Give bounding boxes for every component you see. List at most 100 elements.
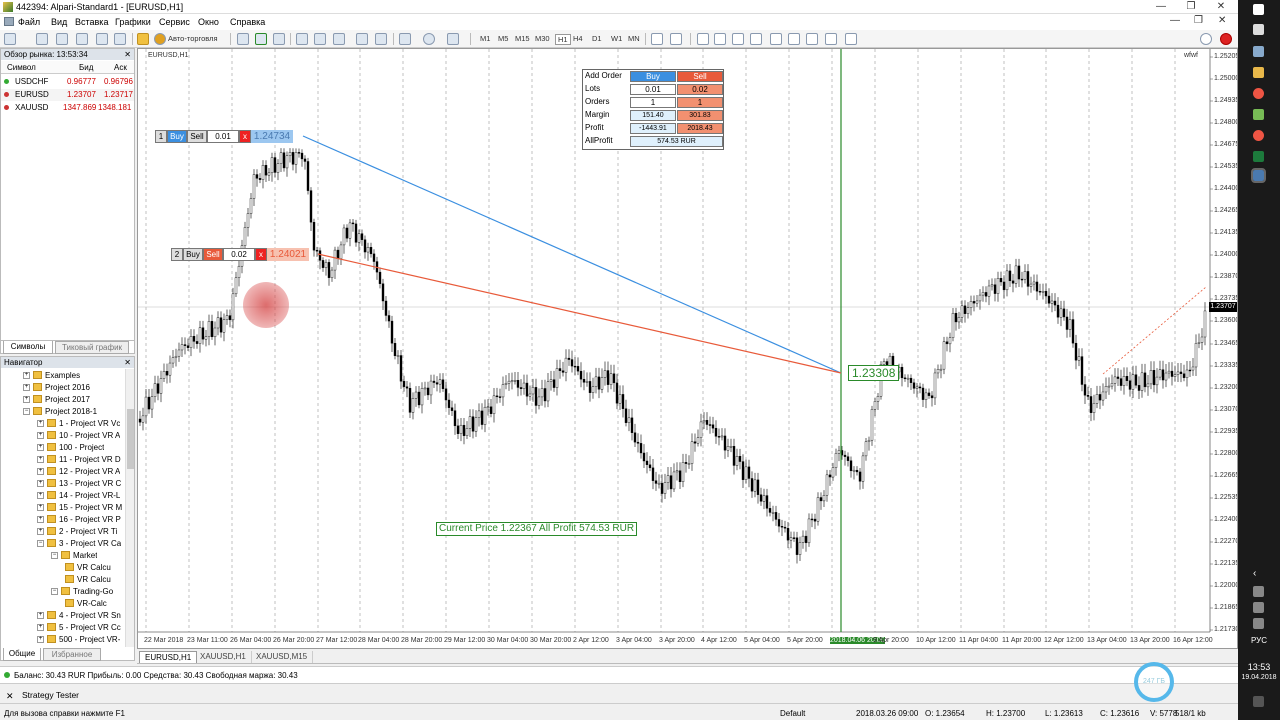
text-label-icon[interactable] [806, 33, 818, 45]
child-close-button[interactable]: ✕ [1218, 15, 1226, 26]
strategy-tester-bar[interactable]: ✕ Strategy Tester [0, 686, 1238, 704]
tab-favorites[interactable]: Избранное [43, 648, 101, 661]
expand-icon[interactable]: + [37, 479, 44, 487]
timeframe-h4[interactable]: H4 [573, 34, 583, 43]
timeframe-d1[interactable]: D1 [592, 34, 602, 43]
chart-tab-eurusd-h1[interactable]: EURUSD,H1 [139, 651, 198, 663]
clock-date[interactable]: 19.04.2018 [1238, 674, 1280, 681]
autotrading-button[interactable]: Авто-торговля [168, 34, 218, 43]
expand-icon[interactable]: − [23, 407, 30, 415]
trade-buy-button[interactable]: Buy [183, 248, 203, 261]
expand-icon[interactable]: + [23, 371, 30, 379]
excel-icon[interactable] [1253, 151, 1264, 162]
profiles-icon[interactable] [36, 33, 48, 45]
indicators-icon[interactable] [399, 33, 411, 45]
expand-icon[interactable]: − [51, 551, 58, 559]
navigator-scrollbar[interactable] [125, 369, 134, 647]
expand-icon[interactable]: + [37, 527, 44, 535]
expand-icon[interactable]: + [37, 455, 44, 463]
expand-icon[interactable]: + [37, 491, 44, 499]
arrow-icon[interactable] [825, 33, 837, 45]
navigator-item[interactable]: VR-Calc [65, 597, 107, 609]
navigator-item[interactable]: + Project 2017 [23, 393, 90, 405]
timeframe-w1[interactable]: W1 [611, 34, 622, 43]
tile-windows-icon[interactable] [333, 33, 345, 45]
autotrading-icon[interactable] [154, 33, 166, 45]
navigator-item[interactable]: +500 - Project VR- [37, 633, 120, 645]
text-icon[interactable] [788, 33, 800, 45]
folder-icon[interactable] [1253, 67, 1264, 78]
timeframe-m30[interactable]: M30 [535, 34, 550, 43]
lots-sell-input[interactable]: 0.02 [677, 84, 723, 95]
navigator-item[interactable]: +13 - Project VR C [37, 477, 121, 489]
expand-icon[interactable]: + [23, 383, 30, 391]
navigator-item[interactable]: +12 - Project VR A [37, 465, 120, 477]
navigator-item[interactable]: +1 - Project VR Vc [37, 417, 120, 429]
search-icon[interactable] [1253, 24, 1264, 35]
vertical-line-icon[interactable] [697, 33, 709, 45]
navigator-item[interactable]: +2 - Project VR Ti [37, 525, 117, 537]
navigator-item[interactable]: − Project 2018-1 [23, 405, 97, 417]
expand-icon[interactable]: + [37, 623, 44, 631]
trade-close-button[interactable]: x [255, 248, 267, 261]
child-minimize-button[interactable]: — [1170, 15, 1180, 26]
lots-buy-input[interactable]: 0.01 [630, 84, 676, 95]
close-icon[interactable]: ✕ [6, 691, 14, 702]
timeframe-h1[interactable]: H1 [555, 34, 571, 45]
candlestick-icon[interactable] [255, 33, 267, 45]
network-icon[interactable] [1253, 618, 1264, 629]
tab-general[interactable]: Общие [3, 648, 41, 661]
expand-icon[interactable]: − [51, 587, 58, 595]
volume-icon[interactable] [1253, 602, 1264, 613]
fibonacci-icon[interactable] [770, 33, 782, 45]
expand-icon[interactable]: + [37, 443, 44, 451]
navigator-item[interactable]: + Examples [23, 369, 80, 381]
trade-buy-button[interactable]: Buy [167, 130, 187, 143]
menu-view[interactable]: Вид [51, 17, 67, 27]
trade-lot-input[interactable]: 0.01 [207, 130, 239, 143]
tab-symbols[interactable]: Символы [3, 341, 53, 354]
trendline-icon[interactable] [732, 33, 744, 45]
navigator-item[interactable]: VR Calcu [65, 573, 111, 585]
terminal-app-icon[interactable] [1253, 109, 1264, 120]
tab-tick-chart[interactable]: Тиковый график [55, 341, 129, 354]
menu-window[interactable]: Окно [198, 17, 219, 27]
chevron-up-icon[interactable]: ‹ [1253, 568, 1264, 579]
menu-help[interactable]: Справка [230, 17, 265, 27]
new-chart-icon[interactable] [4, 33, 16, 45]
chart-tab-xauusd-h1[interactable]: XAUUSD,H1 [195, 651, 252, 663]
templates-icon[interactable] [447, 33, 459, 45]
chart-tab-xauusd-m15[interactable]: XAUUSD,M15 [251, 651, 314, 663]
search-icon[interactable] [1200, 33, 1212, 45]
navigator-item[interactable]: +14 - Project VR-L [37, 489, 120, 501]
trade-lot-input[interactable]: 0.02 [223, 248, 255, 261]
close-icon[interactable]: ✕ [124, 357, 131, 368]
navigator-item[interactable]: +100 - Project [37, 441, 104, 453]
channel-icon[interactable] [750, 33, 762, 45]
meta-editor-icon[interactable] [137, 33, 149, 45]
expand-icon[interactable]: + [37, 515, 44, 523]
cursor-icon[interactable] [651, 33, 663, 45]
expand-icon[interactable]: + [37, 635, 44, 643]
navigator-item[interactable]: +11 - Project VR D [37, 453, 121, 465]
windows-icon[interactable] [1253, 4, 1264, 15]
menu-insert[interactable]: Вставка [75, 17, 108, 27]
line-chart-icon[interactable] [273, 33, 285, 45]
horizontal-line-icon[interactable] [714, 33, 726, 45]
navigator-item[interactable]: − Trading-Go [51, 585, 113, 597]
periods-icon[interactable] [423, 33, 435, 45]
close-button[interactable]: ✕ [1206, 0, 1236, 14]
expand-icon[interactable]: + [37, 419, 44, 427]
timeframe-m1[interactable]: M1 [480, 34, 490, 43]
scrollbar-thumb[interactable] [127, 409, 134, 469]
navigator-item[interactable]: − Market [51, 549, 97, 561]
zoom-out-icon[interactable] [314, 33, 326, 45]
market-row[interactable]: XAUUSD 1347.869 1348.181 [1, 102, 134, 114]
language-indicator[interactable]: РУС [1238, 636, 1280, 645]
expand-icon[interactable]: − [37, 539, 44, 547]
task-view-icon[interactable] [1253, 46, 1264, 57]
autoscroll-icon[interactable] [356, 33, 368, 45]
clock-time[interactable]: 13:53 [1238, 662, 1280, 672]
market-row[interactable]: USDCHF 0.96777 0.96796 [1, 76, 134, 88]
timeframe-m15[interactable]: M15 [515, 34, 530, 43]
